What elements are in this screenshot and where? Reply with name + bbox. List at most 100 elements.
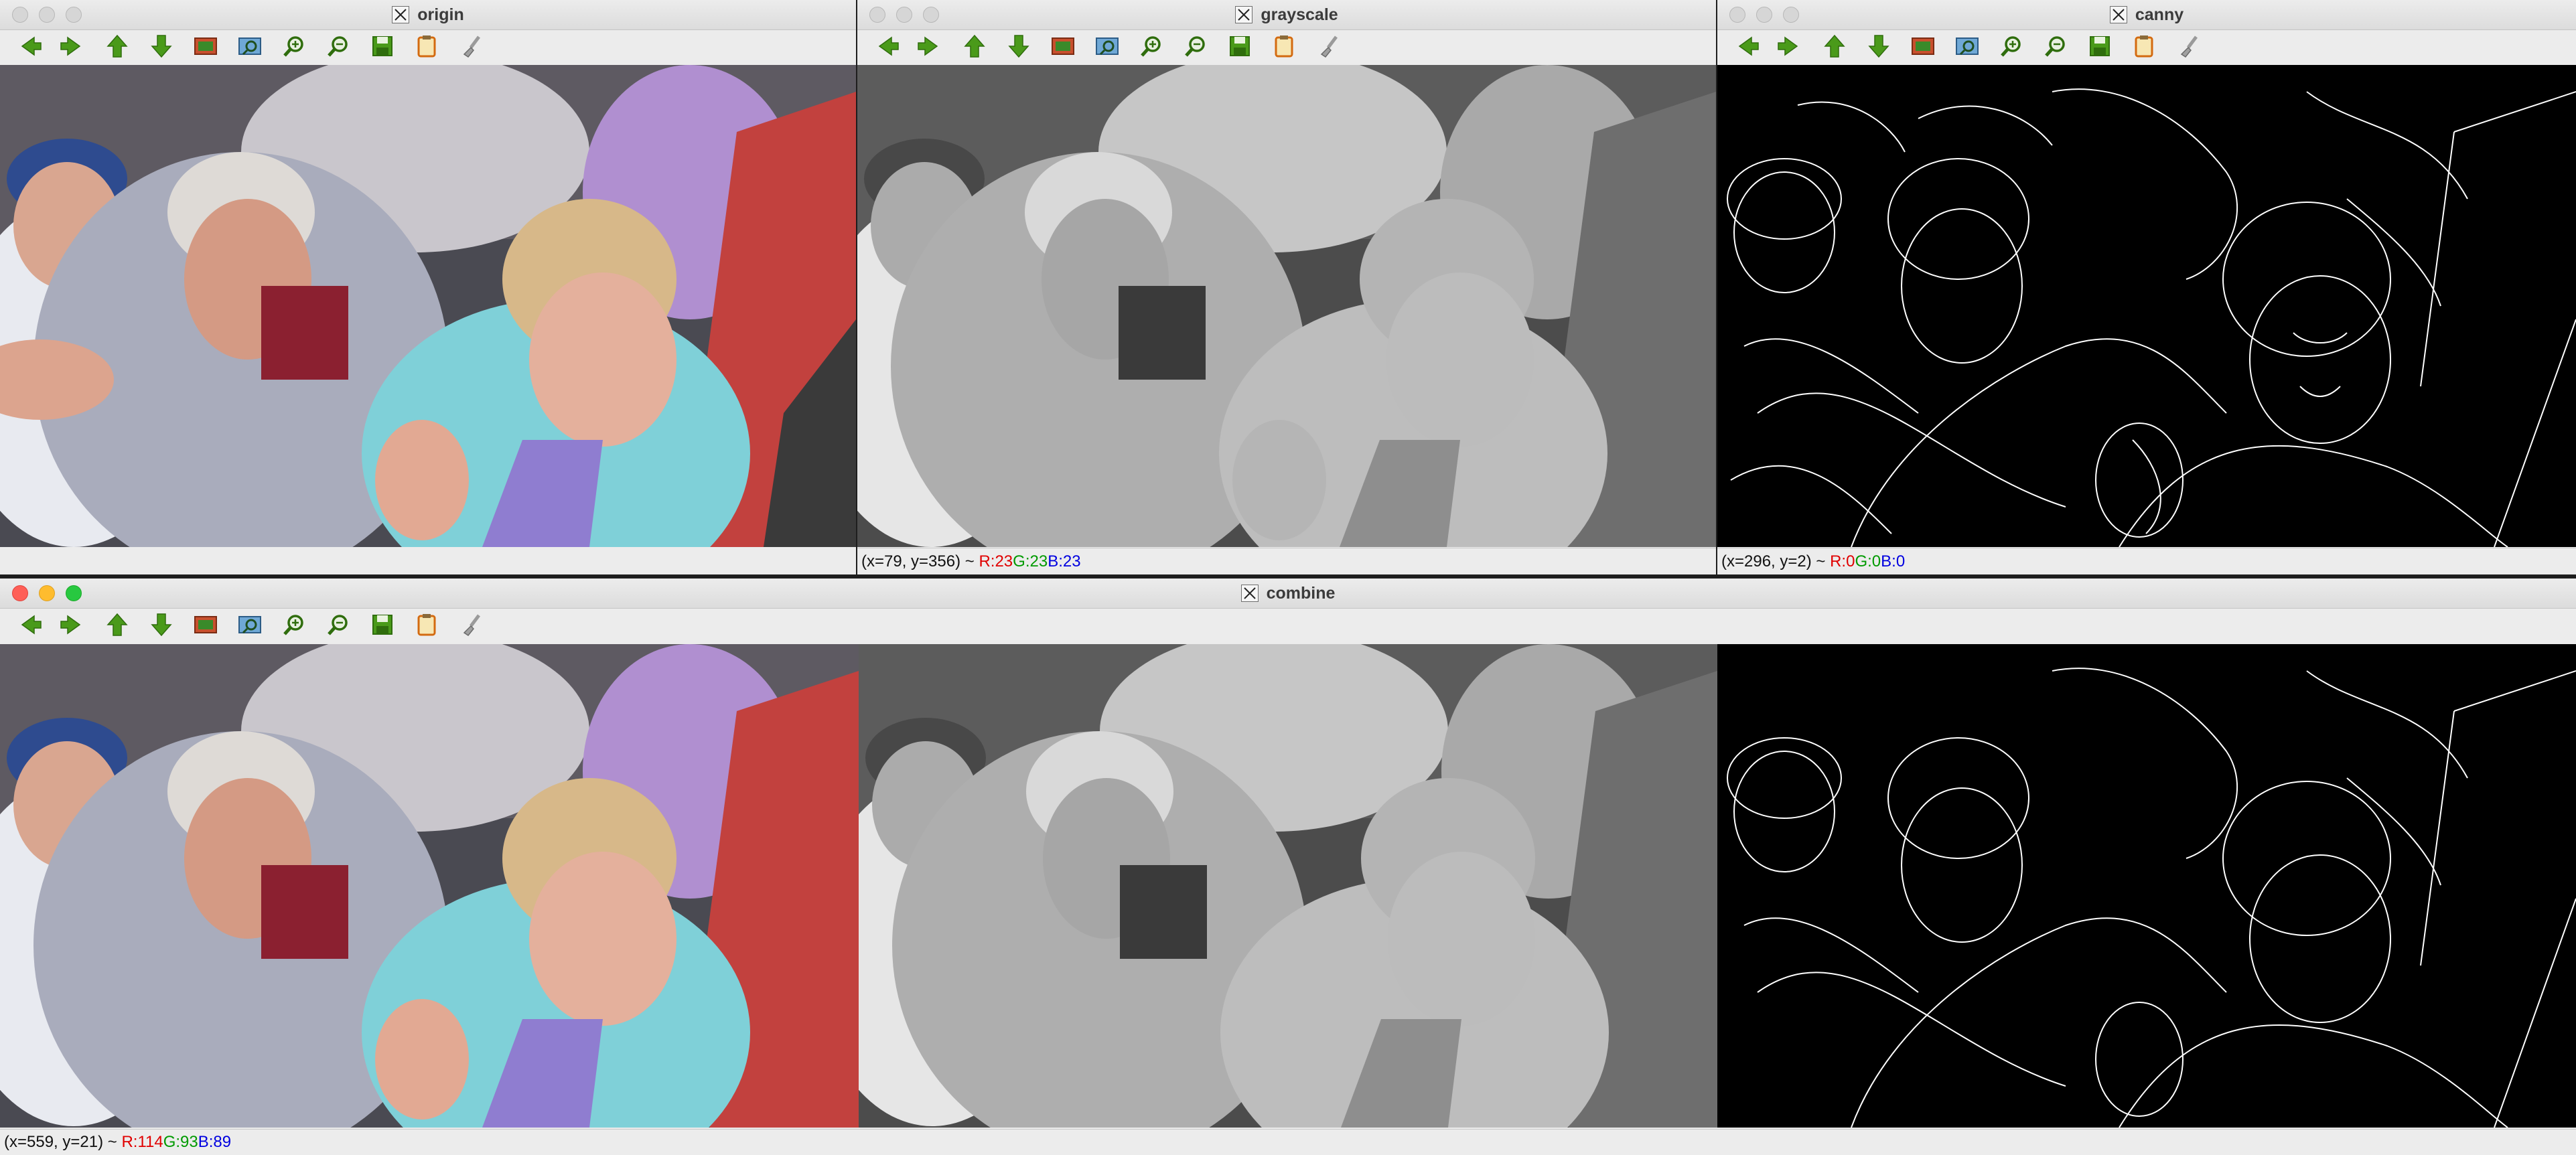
zoom-in-icon [1997,31,2026,64]
zoom-image-button[interactable] [1048,32,1078,63]
arrow-up-button[interactable] [102,611,133,641]
arrow-right-button[interactable] [58,32,88,63]
save-button[interactable] [367,32,398,63]
zoom-fit-icon [235,31,265,64]
zoom-out-icon [324,31,353,64]
zoom-fit-button[interactable] [1092,32,1123,63]
status-red: R:0 [1830,552,1855,570]
status-green: G:23 [1013,552,1048,570]
copy-clipboard-button[interactable] [1269,32,1299,63]
zoom-out-icon [2041,31,2070,64]
properties-brush-button[interactable] [1313,32,1344,63]
arrow-up-icon [102,610,132,643]
zoom-in-button[interactable] [1136,32,1167,63]
arrow-left-button[interactable] [1731,32,1762,63]
properties-brush-button[interactable] [455,32,486,63]
combine-gray-panel [859,644,1717,1128]
zoom-in-button[interactable] [279,611,309,641]
zoom-in-icon [1137,31,1166,64]
zoom-out-button[interactable] [2040,32,2071,63]
zoom-image-icon [1048,31,1078,64]
properties-brush-button[interactable] [455,611,486,641]
x11-icon [392,6,410,23]
toolbar [0,30,856,65]
image-view[interactable] [1717,65,2576,547]
status-green: G:0 [1855,552,1881,570]
properties-brush-button[interactable] [2173,32,2204,63]
combine-titlebar[interactable]: combine [0,579,2576,609]
properties-brush-icon [456,31,486,64]
combine-gray-image [859,644,1717,1128]
zoom-fit-button[interactable] [1952,32,1983,63]
arrow-down-icon [147,31,176,64]
copy-clipboard-icon [412,610,441,643]
copy-clipboard-button[interactable] [411,611,442,641]
toolbar [857,30,1716,65]
copy-clipboard-button[interactable] [411,32,442,63]
arrow-up-icon [102,31,132,64]
window-title-text: canny [2135,5,2184,24]
arrow-down-button[interactable] [1863,32,1894,63]
save-button[interactable] [2084,32,2115,63]
zoom-fit-button[interactable] [234,32,265,63]
arrow-left-button[interactable] [13,32,44,63]
arrow-up-button[interactable] [959,32,990,63]
image-view[interactable] [0,65,856,547]
status-green: G:93 [163,1133,198,1151]
arrow-left-button[interactable] [13,611,44,641]
zoom-in-button[interactable] [1996,32,2027,63]
zoom-fit-icon [235,610,265,643]
zoom-out-button[interactable] [323,611,354,641]
zoom-image-button[interactable] [190,32,221,63]
origin-titlebar[interactable]: origin [0,0,856,30]
arrow-right-icon [58,31,88,64]
combine-canny-panel [1717,644,2576,1128]
arrow-down-icon [1004,31,1033,64]
origin-window: origin [0,0,856,574]
save-button[interactable] [1224,32,1255,63]
combine-image-view[interactable] [0,644,2576,1128]
status-bar: (x=296, y=2) ~ R:0 G:0 B:0 [1717,548,2576,574]
zoom-fit-button[interactable] [234,611,265,641]
zoom-out-button[interactable] [323,32,354,63]
canny-window: canny (x=296, y=2) ~ R:0 G:0 B:0 [1717,0,2576,574]
status-blue: B:89 [198,1133,232,1151]
arrow-left-icon [14,31,44,64]
arrow-right-button[interactable] [1775,32,1806,63]
save-button[interactable] [367,611,398,641]
zoom-out-icon [1181,31,1210,64]
arrow-right-button[interactable] [58,611,88,641]
image-view[interactable] [857,65,1716,547]
copy-clipboard-icon [2129,31,2159,64]
grayscale-titlebar[interactable]: grayscale [857,0,1716,30]
save-icon [368,31,397,64]
arrow-down-button[interactable] [146,32,177,63]
arrow-up-button[interactable] [1819,32,1850,63]
properties-brush-icon [1313,31,1343,64]
status-coords: (x=79, y=356) ~ [861,552,979,570]
canny-image [1717,65,2576,547]
x11-icon [2109,6,2127,23]
copy-clipboard-button[interactable] [2129,32,2159,63]
arrow-right-icon [58,610,88,643]
zoom-image-button[interactable] [1908,32,1938,63]
zoom-in-button[interactable] [279,32,309,63]
zoom-out-button[interactable] [1180,32,1211,63]
arrow-down-button[interactable] [146,611,177,641]
arrow-left-button[interactable] [871,32,902,63]
x11-icon [1240,585,1259,602]
properties-brush-icon [456,610,486,643]
zoom-out-icon [324,610,353,643]
combine-color-image [0,644,859,1128]
save-icon [368,610,397,643]
zoom-image-icon [1908,31,1938,64]
window-title: combine [0,579,2576,608]
arrow-up-button[interactable] [102,32,133,63]
canny-titlebar[interactable]: canny [1717,0,2576,30]
arrow-down-button[interactable] [1003,32,1034,63]
window-title: canny [1717,0,2576,29]
arrow-down-icon [147,610,176,643]
combine-canny-image [1717,644,2576,1128]
zoom-image-button[interactable] [190,611,221,641]
arrow-right-button[interactable] [915,32,946,63]
